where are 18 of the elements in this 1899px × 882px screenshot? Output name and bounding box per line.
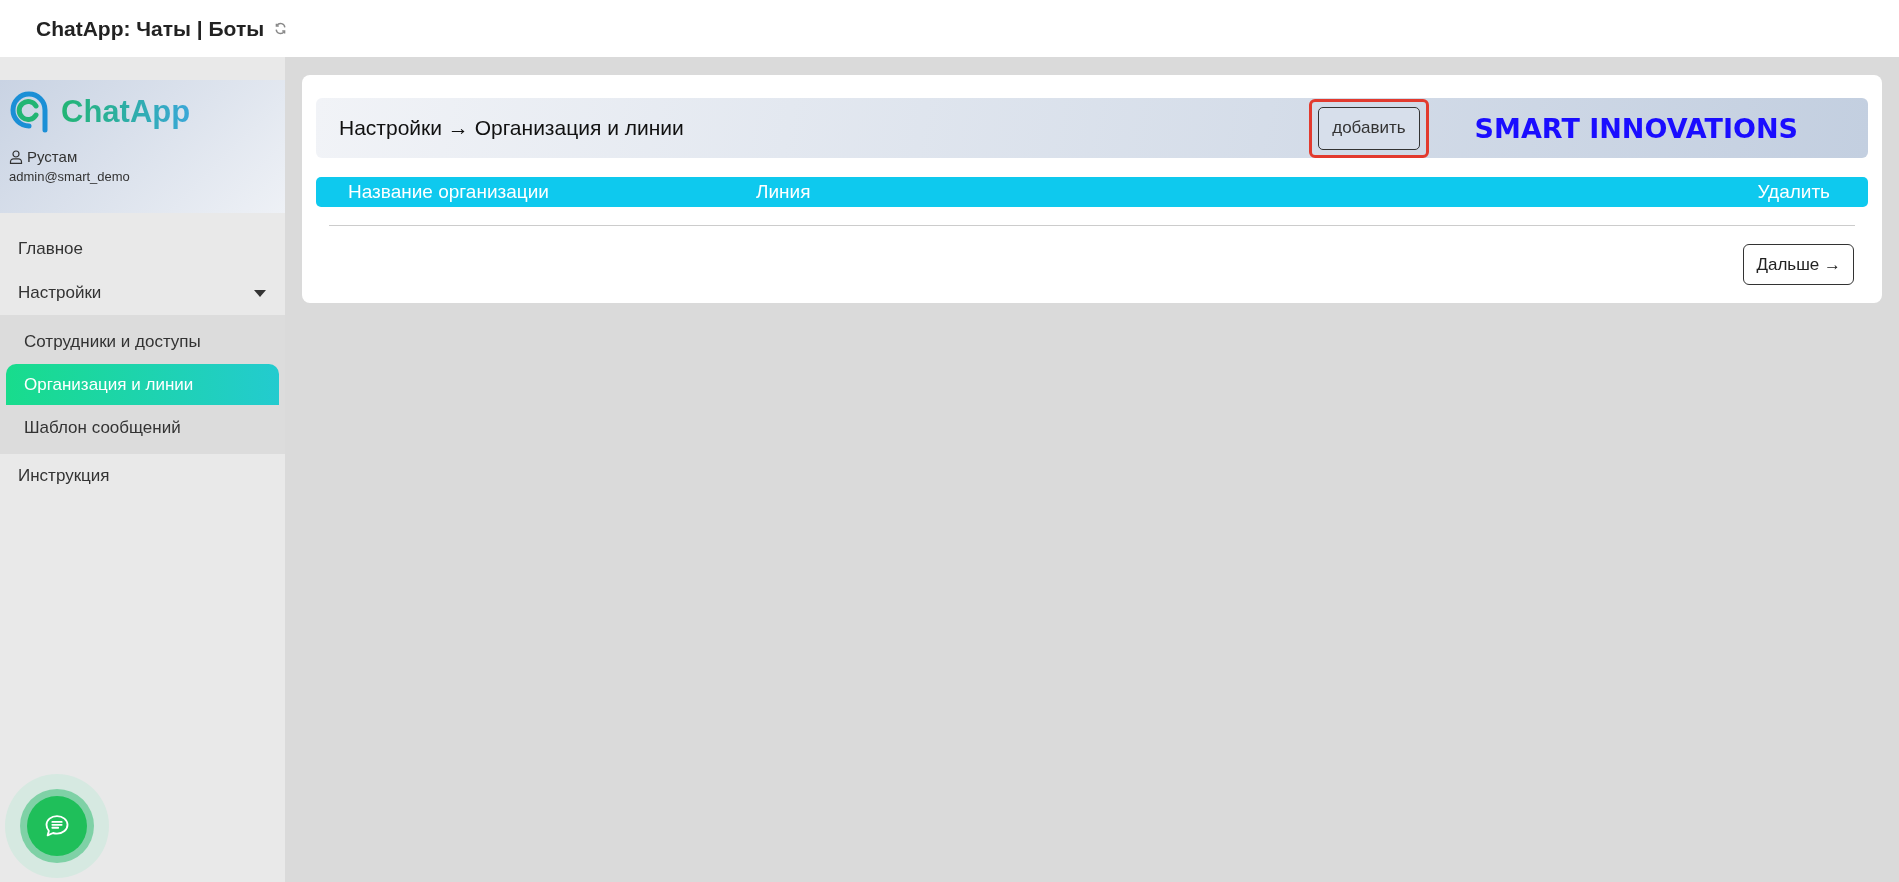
app-title: ChatApp: Чаты | Боты	[36, 16, 265, 41]
submenu-item[interactable]: Сотрудники и доступы	[6, 321, 279, 362]
menu-item[interactable]: Главное	[0, 227, 285, 271]
column-header: Название организации	[348, 181, 550, 203]
user-icon	[9, 149, 23, 164]
breadcrumb: Настройки → Организация и линии	[339, 116, 685, 140]
next-button[interactable]: Дальше →	[1743, 244, 1854, 285]
menu-item[interactable]: Настройки	[0, 271, 285, 315]
submenu-item[interactable]: Шаблон сообщений	[6, 407, 279, 448]
refresh-icon[interactable]	[274, 22, 288, 35]
column-header: Линия	[756, 181, 812, 203]
add-button[interactable]: добавить	[1318, 106, 1420, 150]
caret-icon	[254, 289, 266, 297]
column-header: Удалить	[1757, 181, 1830, 203]
brand-text: SMART INNOVATIONS	[1474, 112, 1798, 144]
user-name: Рустам	[27, 148, 78, 165]
user-login: admin@smart_demo	[9, 169, 131, 184]
menu-item[interactable]: Инструкция	[0, 454, 285, 498]
